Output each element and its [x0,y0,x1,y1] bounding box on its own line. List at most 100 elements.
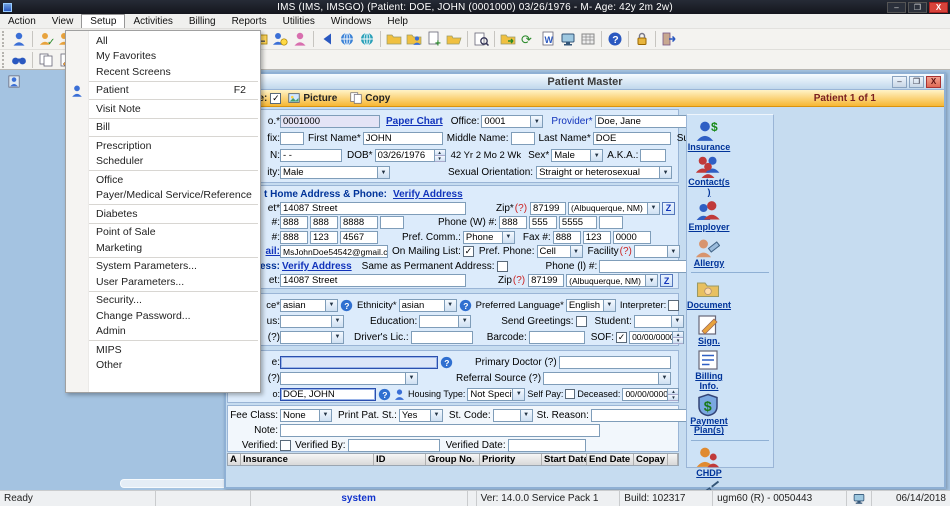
word-export-icon[interactable]: W [538,30,558,48]
setup-menu-item-change-password[interactable]: Change Password... [66,308,260,324]
back-arrow-icon[interactable] [317,30,337,48]
setup-menu-item-all[interactable]: All [66,33,260,49]
menu-view[interactable]: View [44,14,82,28]
patient-icon[interactable] [9,30,29,48]
insurance-column-group-no-[interactable]: Group No. [426,454,480,465]
patient-verify-icon[interactable]: ✓ [36,30,56,48]
setup-menu-item-recent-screens[interactable]: Recent Screens [66,64,260,80]
respond-person-icon[interactable] [393,388,406,401]
pm-restore-button[interactable]: ❐ [909,76,924,88]
office-select[interactable]: 0001▼ [481,115,543,128]
dob-spinner[interactable]: ▲▼ [435,149,446,162]
copy-button[interactable]: Copy [365,93,390,104]
phone-home-line[interactable]: 8888 [340,216,378,229]
facility-help[interactable]: (?) [620,246,632,257]
phone-cell-prefix[interactable]: 123 [310,231,338,244]
sof-date-field[interactable]: 00/00/0000 [629,331,673,344]
phone-local-field[interactable] [599,260,695,273]
restore-button[interactable]: ❐ [908,2,927,13]
refresh-icon[interactable]: ⟳ [518,30,538,48]
education-select[interactable]: ▼ [419,315,471,328]
setup-menu-item-visit-note[interactable]: Visit Note [66,101,260,117]
setup-menu-item-office[interactable]: Office [66,172,260,188]
employer-info-icon[interactable]: ? [440,356,453,369]
ssn-field[interactable]: - - [280,149,342,162]
menu-help[interactable]: Help [379,14,416,28]
insurance-column-start-date[interactable]: Start Date [542,454,587,465]
phone-cell-area[interactable]: 888 [280,231,308,244]
menu-billing[interactable]: Billing [181,14,224,28]
mdi-child-icon[interactable] [7,74,23,89]
folder-open-icon[interactable] [444,30,464,48]
setup-menu-item-my-favorites[interactable]: My Favorites [66,49,260,65]
globe-clock-icon[interactable] [357,30,377,48]
primary-doctor-field[interactable] [559,356,671,369]
phone-work-ext[interactable] [599,216,623,229]
setup-menu-item-system-parameters[interactable]: System Parameters... [66,259,260,275]
menu-setup[interactable]: Setup [81,14,125,28]
grid-icon[interactable] [578,30,598,48]
last-name-field[interactable]: DOE [593,132,671,145]
setup-menu-item-admin[interactable]: Admin [66,324,260,340]
ethnicity-select[interactable]: asian▼ [399,299,457,312]
first-name-field[interactable]: JOHN [363,132,443,145]
active-checkbox[interactable] [270,93,281,104]
street2-field[interactable]: 14087 Street [280,274,466,287]
zip2-city-select[interactable]: (Albuquerque, NM)▼ [566,274,658,287]
sidebar-button-employer[interactable]: Employer [687,199,731,232]
zip2-lookup-button[interactable]: Z [660,274,673,287]
sex-select[interactable]: Male▼ [551,149,603,162]
folder-person-icon[interactable] [404,30,424,48]
menu-activities[interactable]: Activities [125,14,180,28]
phone-home-prefix[interactable]: 888 [310,216,338,229]
zip2-help[interactable]: (?) [513,275,525,286]
phone-home-ext[interactable] [380,216,404,229]
respond-info-icon[interactable]: ? [378,388,391,401]
pm-close-button[interactable]: X [926,76,941,88]
zip-field[interactable]: 87199 [530,202,566,215]
phone-work-prefix[interactable]: 555 [529,216,557,229]
globe-check-icon[interactable] [337,30,357,48]
fax-prefix[interactable]: 123 [583,231,611,244]
zip-city-select[interactable]: (Albuquerque, NM)▼ [568,202,660,215]
verified-date-field[interactable] [508,439,586,452]
respond-to-field[interactable]: DOE, JOHN [280,388,376,401]
same-as-checkbox[interactable] [497,261,508,272]
mailing-list-checkbox[interactable] [463,246,474,257]
self-pay-checkbox[interactable] [565,389,575,399]
monitor-icon[interactable] [558,30,578,48]
fax-line[interactable]: 0000 [613,231,651,244]
aka-field[interactable] [640,149,666,162]
pref-phone-select[interactable]: Cell▼ [537,245,583,258]
setup-menu-item-security[interactable]: Security... [66,293,260,309]
menu-windows[interactable]: Windows [323,14,380,28]
setup-menu-item-marketing[interactable]: Marketing [66,240,260,256]
barcode-field[interactable] [529,331,585,344]
setup-menu-item-other[interactable]: Other [66,358,260,374]
setup-menu-item-patient[interactable]: PatientF2 [66,83,260,99]
sof-checkbox[interactable] [616,332,627,343]
drivers-license-field[interactable] [411,331,473,344]
insurance-column-insurance[interactable]: Insurance [241,454,374,465]
insurance-column-priority[interactable]: Priority [480,454,542,465]
insurance-column-end-date[interactable]: End Date [587,454,634,465]
facility-select[interactable]: ▼ [634,245,680,258]
fee-class-select[interactable]: None▼ [280,409,332,422]
identity-select[interactable]: Male▼ [280,166,390,179]
insurance-column-copay[interactable]: Copay [634,454,668,465]
street-field[interactable]: 14087 Street [280,202,466,215]
pm-minimize-button[interactable]: – [892,76,907,88]
pref-comm-select[interactable]: Phone▼ [463,231,515,244]
email-field[interactable]: MsJohnDoe54542@gmail.com [280,245,388,258]
phone-work-area[interactable]: 888 [499,216,527,229]
setup-menu-item-payer-medical-service-reference[interactable]: Payer/Medical Service/Reference [66,188,260,204]
folder-new-icon[interactable] [384,30,404,48]
zip-lookup-button[interactable]: Z [662,202,675,215]
folder-export-icon[interactable] [498,30,518,48]
sidebar-button-allergy[interactable]: Allergy [687,235,731,268]
greetings-checkbox[interactable] [576,316,587,327]
paper-chart-link[interactable]: Paper Chart [386,116,443,127]
sidebar-button-contact-s[interactable]: Contact(s) [687,154,731,197]
interpreter-checkbox[interactable] [668,300,679,311]
doc-add-icon[interactable]: + [424,30,444,48]
